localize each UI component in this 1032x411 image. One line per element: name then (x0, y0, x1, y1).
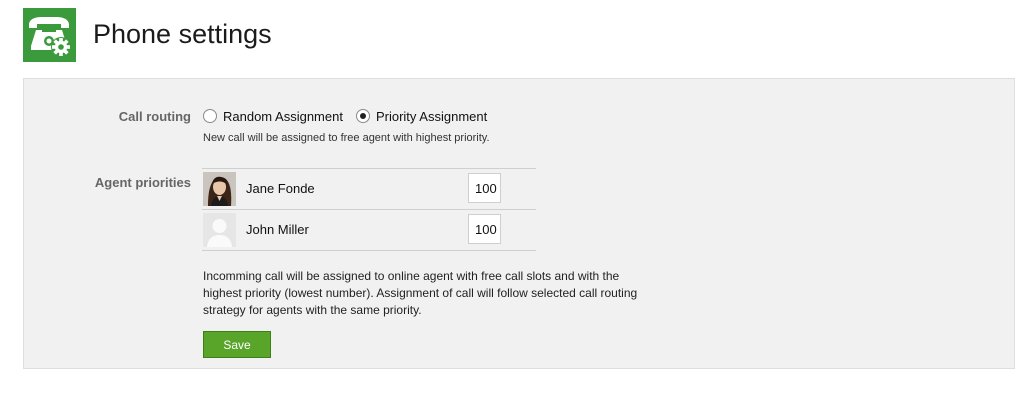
agent-priorities-label: Agent priorities (94, 175, 191, 190)
radio-priority-indicator[interactable] (355, 109, 370, 123)
save-button[interactable]: Save (203, 331, 271, 358)
phone-settings-icon (23, 8, 76, 62)
settings-panel: Call routing Random Assignment Priority … (23, 78, 1015, 369)
radio-priority-assignment[interactable]: Priority Assignment (355, 109, 487, 124)
call-routing-label: Call routing (118, 109, 191, 124)
radio-random-assignment[interactable]: Random Assignment (203, 109, 343, 124)
agent-row: John Miller (202, 210, 536, 251)
agent-name: Jane Fonde (246, 181, 315, 196)
agent-name: John Miller (246, 222, 309, 237)
agent-priorities-description: Incomming call will be assigned to onlin… (203, 269, 638, 317)
call-routing-hint: New call will be assigned to free agent … (203, 132, 490, 144)
radio-random-label[interactable]: Random Assignment (223, 109, 343, 124)
agent-row: Jane Fonde (202, 169, 536, 210)
avatar-placeholder (203, 213, 236, 247)
agent-priority-table: Jane Fonde John Miller (202, 168, 536, 251)
avatar (203, 172, 236, 206)
radio-priority-label[interactable]: Priority Assignment (376, 109, 487, 124)
agent-priority-input[interactable] (468, 173, 501, 203)
radio-random-indicator[interactable] (203, 109, 217, 123)
page-title: Phone settings (93, 19, 272, 49)
agent-priority-input[interactable] (468, 214, 501, 244)
call-routing-radio-group: Random Assignment Priority Assignment (203, 107, 500, 125)
